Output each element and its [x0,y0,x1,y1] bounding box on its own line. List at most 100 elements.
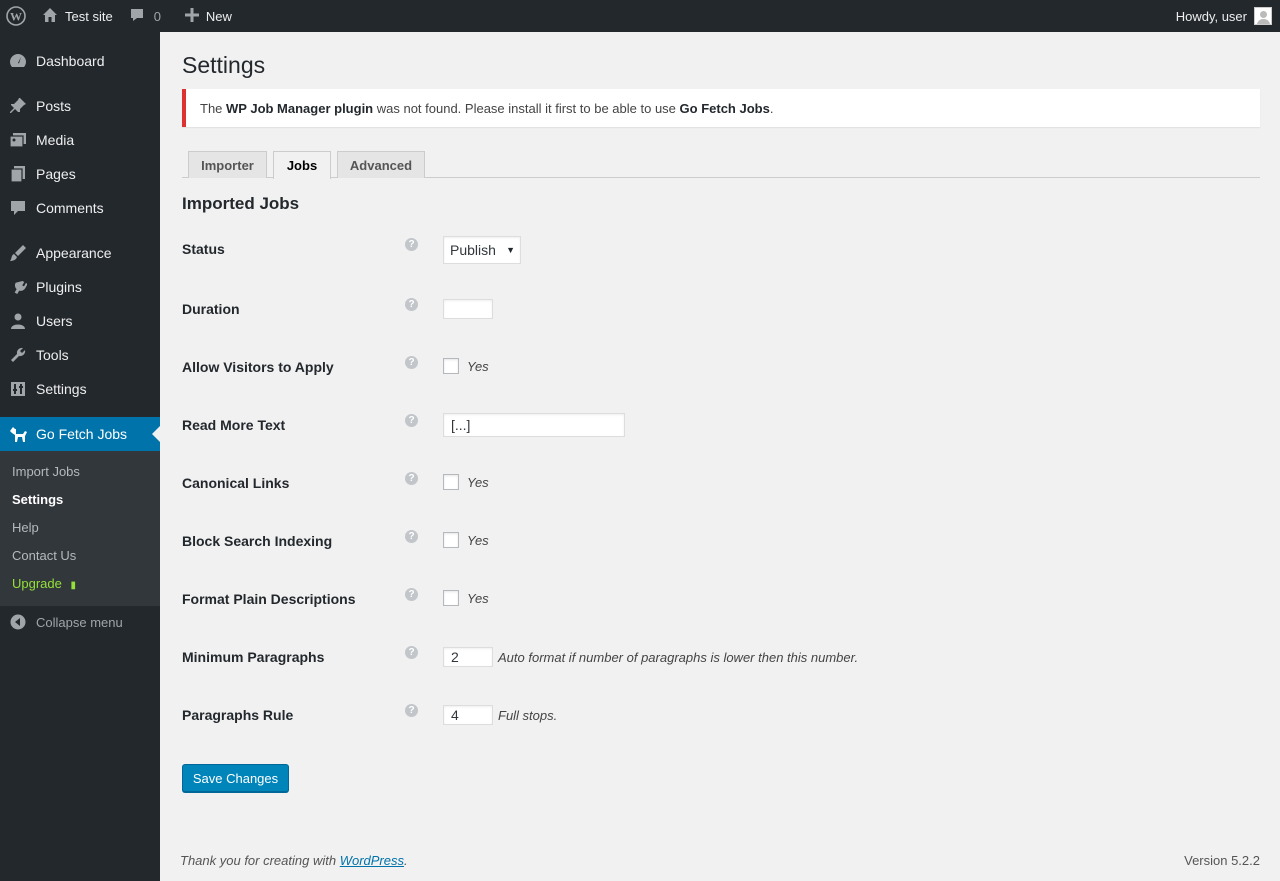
help-icon[interactable]: ? [405,530,418,543]
read-more-input[interactable]: [...] [443,413,625,437]
min-paragraphs-field: 2 Auto format if number of paragraphs is… [443,647,858,667]
submenu-upgrade[interactable]: Upgrade ▮ [12,576,76,591]
help-icon[interactable]: ? [405,472,418,485]
help-icon[interactable]: ? [405,356,418,369]
notice-text: The WP Job Manager plugin was not found.… [200,101,773,116]
menu-label: Appearance [36,245,112,261]
format-plain-field: Yes [443,590,489,606]
error-notice: The WP Job Manager plugin was not found.… [182,89,1260,127]
wrench-icon [0,346,36,364]
submenu-help[interactable]: Help [12,520,39,535]
min-paragraphs-input[interactable]: 2 [443,647,493,667]
comment-bubble-icon [129,7,145,26]
collapse-menu-button[interactable]: Collapse menu [0,611,123,633]
menu-label: Pages [36,166,76,182]
tab-advanced[interactable]: Advanced [337,151,425,178]
upgrade-label: Upgrade [12,576,62,591]
notice-text-post: . [769,100,774,116]
canonical-checkbox[interactable] [443,474,459,490]
allow-apply-label: Allow Visitors to Apply [182,359,334,375]
section-title: Imported Jobs [182,194,300,213]
menu-item-media[interactable]: Media [0,123,160,157]
status-select[interactable]: Publish ▼ [443,236,521,264]
svg-text:W: W [10,10,22,24]
wordpress-link[interactable]: WordPress [340,853,404,868]
menu-label: Go Fetch Jobs [36,426,128,442]
allow-apply-field: Yes [443,358,489,374]
comment-icon [0,199,36,217]
help-icon[interactable]: ? [405,646,418,659]
menu-item-posts[interactable]: Posts [0,89,160,123]
paragraphs-rule-input[interactable]: 4 [443,705,493,725]
collapse-arrow-icon [0,614,36,630]
dropdown-arrow-icon: ▼ [506,245,515,255]
submenu-import-jobs[interactable]: Import Jobs [12,464,80,479]
pin-icon [0,97,36,115]
menu-item-settings[interactable]: Settings [0,372,160,406]
status-label: Status [182,241,225,257]
help-icon[interactable]: ? [405,704,418,717]
user-icon [0,312,36,330]
canonical-option: Yes [467,474,489,490]
media-icon [0,131,36,149]
allow-apply-option: Yes [467,358,489,374]
help-icon[interactable]: ? [405,588,418,601]
new-content-link[interactable]: New [169,0,242,32]
menu-item-users[interactable]: Users [0,304,160,338]
menu-item-plugins[interactable]: Plugins [0,270,160,304]
allow-apply-checkbox[interactable] [443,358,459,374]
plug-icon [0,278,36,296]
notice-plugin-name: WP Job Manager plugin [226,100,374,116]
canonical-label: Canonical Links [182,475,290,491]
pages-icon [0,165,36,183]
help-icon[interactable]: ? [405,298,418,311]
main-content: Settings The WP Job Manager plugin was n… [160,32,1280,881]
menu-item-tools[interactable]: Tools [0,338,160,372]
notice-text-mid: was not found. Please install it first t… [373,100,680,116]
menu-item-dashboard[interactable]: Dashboard [0,44,160,78]
external-link-icon: ▮ [70,580,77,591]
wordpress-logo-icon[interactable]: W [0,0,32,32]
comment-count: 0 [153,8,161,24]
help-icon[interactable]: ? [405,414,418,427]
duration-label: Duration [182,301,240,317]
menu-label: Media [36,132,75,148]
site-name: Test site [65,8,113,24]
menu-label: Posts [36,98,72,114]
paragraphs-rule-label: Paragraphs Rule [182,707,294,723]
read-more-label: Read More Text [182,417,286,433]
min-paragraphs-label: Minimum Paragraphs [182,649,325,665]
tab-importer[interactable]: Importer [188,151,267,178]
page-title: Settings [182,52,266,78]
menu-label: Comments [36,200,104,216]
tab-jobs[interactable]: Jobs [273,151,331,179]
menu-item-go-fetch-jobs[interactable]: Go Fetch Jobs [0,417,160,451]
site-name-link[interactable]: Test site [32,0,121,32]
menu-item-pages[interactable]: Pages [0,157,160,191]
format-plain-checkbox[interactable] [443,590,459,606]
save-changes-button[interactable]: Save Changes [182,764,289,792]
help-icon[interactable]: ? [405,238,418,251]
footer-thanks: Thank you for creating with WordPress. [180,853,408,868]
footer-thanks-pre: Thank you for creating with [180,853,340,868]
menu-label: Tools [36,347,69,363]
admin-bar: W Test site 0 New Howdy, user [0,0,1280,32]
canonical-field: Yes [443,474,489,490]
paragraphs-rule-description: Full stops. [498,707,558,723]
submenu-contact-us[interactable]: Contact Us [12,548,76,563]
new-label: New [205,8,232,24]
block-index-checkbox[interactable] [443,532,459,548]
format-plain-label: Format Plain Descriptions [182,591,356,607]
status-value: Publish [450,242,496,258]
account-menu[interactable]: Howdy, user [1176,0,1272,32]
notice-product-name: Go Fetch Jobs [679,100,770,116]
menu-item-appearance[interactable]: Appearance [0,236,160,270]
menu-label: Dashboard [36,53,105,69]
comments-link[interactable]: 0 [121,0,169,32]
submenu-settings[interactable]: Settings [12,492,63,507]
duration-input[interactable] [443,299,493,319]
menu-item-comments[interactable]: Comments [0,191,160,225]
admin-menu: Dashboard Posts Media Pages Comments App… [0,32,160,881]
plus-icon [184,7,199,25]
brush-icon [0,244,36,262]
